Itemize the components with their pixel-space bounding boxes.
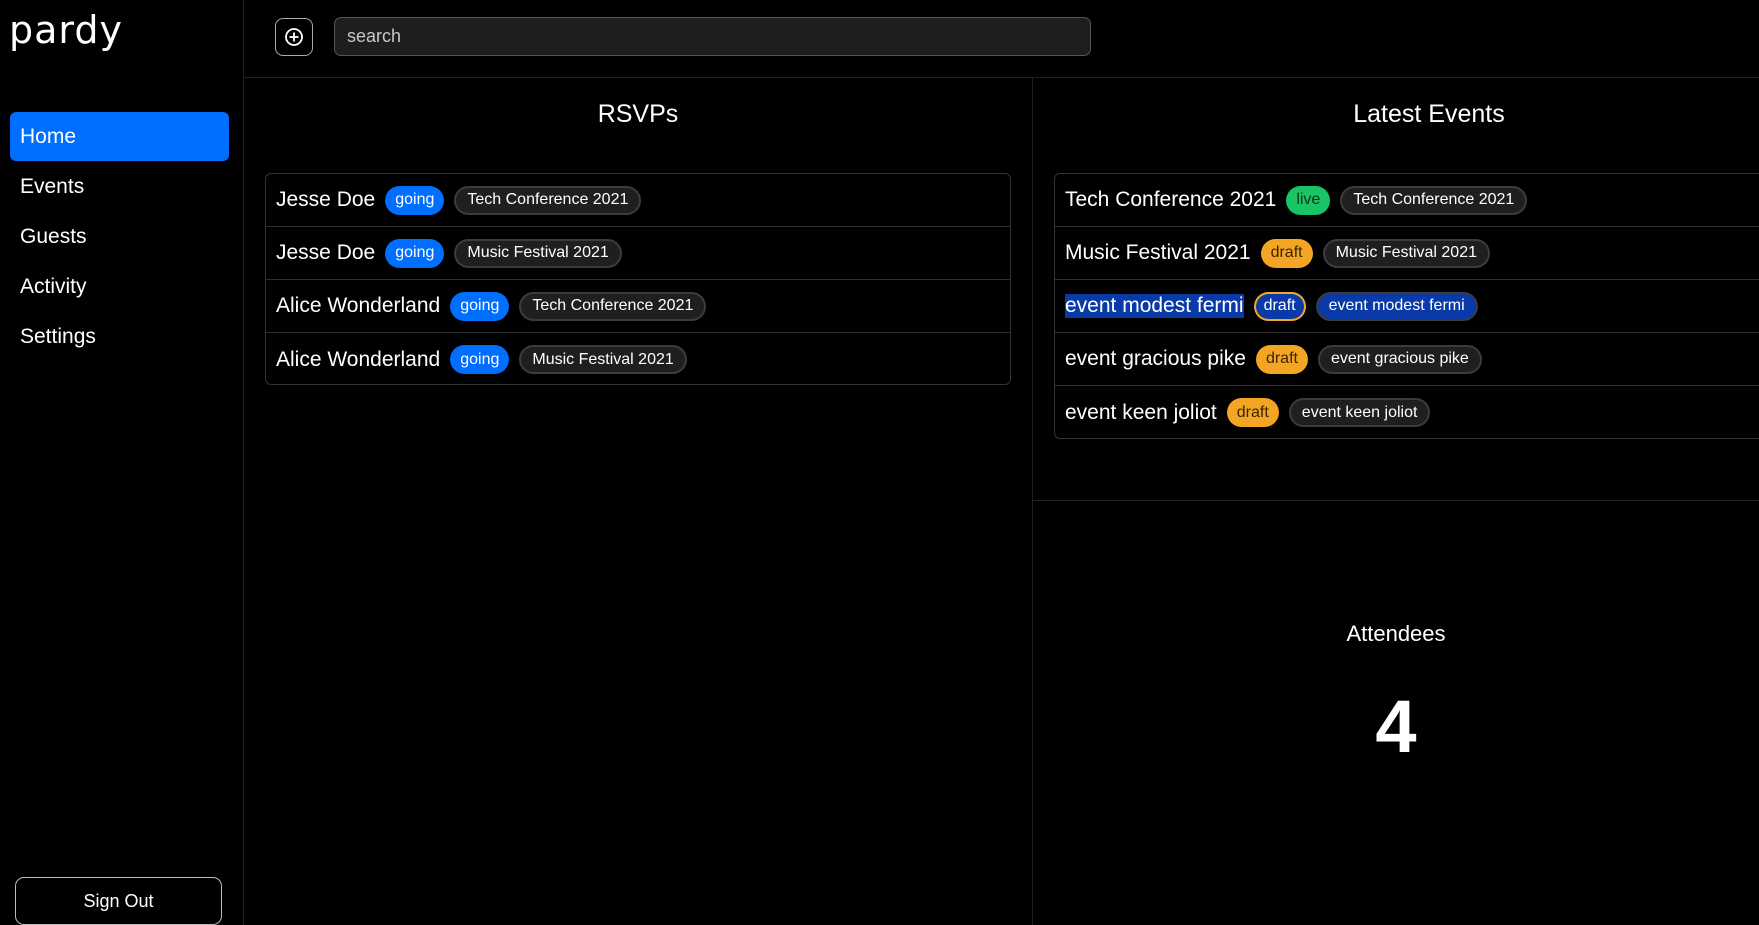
add-button[interactable] [275, 18, 313, 56]
sidebar-item-activity[interactable]: Activity [10, 262, 229, 311]
panel-divider-horizontal [1033, 500, 1759, 501]
sidebar-item-events[interactable]: Events [10, 162, 229, 211]
plus-circle-icon [285, 28, 303, 46]
rsvps-list: Jesse Doe going Tech Conference 2021 Jes… [265, 173, 1011, 385]
app-logo[interactable]: pardy [9, 8, 123, 52]
rsvps-title: RSVPs [597, 100, 679, 128]
rsvp-guest-name: Alice Wonderland [276, 347, 441, 371]
rsvp-guest-name: Alice Wonderland [276, 294, 441, 317]
event-chip[interactable]: Tech Conference 2021 [1340, 185, 1528, 215]
event-chip[interactable]: event keen joliot [1288, 398, 1431, 427]
status-badge: going [450, 291, 510, 321]
rsvp-row[interactable]: Alice Wonderland going Tech Conference 2… [266, 280, 1010, 333]
status-badge: going [385, 185, 445, 215]
event-row[interactable]: event modest fermi draft event modest fe… [1055, 280, 1759, 333]
panel-divider [1032, 78, 1033, 925]
sidebar-item-settings[interactable]: Settings [10, 312, 229, 361]
event-chip[interactable]: Music Festival 2021 [1322, 238, 1490, 268]
event-row[interactable]: event keen joliot draft event keen jolio… [1055, 386, 1759, 439]
sidebar-item-guests[interactable]: Guests [10, 212, 229, 261]
status-badge: draft [1260, 238, 1313, 268]
status-badge: draft [1255, 344, 1308, 374]
event-row[interactable]: Music Festival 2021 draft Music Festival… [1055, 227, 1759, 280]
event-chip[interactable]: Music Festival 2021 [519, 345, 687, 374]
status-badge: going [450, 345, 510, 374]
status-badge: live [1286, 185, 1331, 215]
event-name: event keen joliot [1065, 400, 1217, 424]
event-chip[interactable]: event gracious pike [1317, 344, 1482, 374]
status-badge: draft [1253, 291, 1306, 321]
rsvp-guest-name: Jesse Doe [276, 188, 376, 211]
event-chip[interactable]: Music Festival 2021 [454, 238, 622, 268]
rsvp-row[interactable]: Jesse Doe going Tech Conference 2021 [266, 174, 1010, 227]
sign-out-button[interactable]: Sign Out [15, 877, 222, 925]
event-row[interactable]: Tech Conference 2021 live Tech Conferenc… [1055, 174, 1759, 227]
attendees-count: 4 [1375, 685, 1417, 768]
attendees-label: Attendees [1346, 621, 1446, 646]
rsvp-guest-name: Jesse Doe [276, 241, 376, 264]
event-chip[interactable]: Tech Conference 2021 [519, 291, 707, 321]
latest-events-title: Latest Events [1353, 100, 1505, 128]
rsvp-row[interactable]: Alice Wonderland going Music Festival 20… [266, 333, 1010, 386]
rsvp-row[interactable]: Jesse Doe going Music Festival 2021 [266, 227, 1010, 280]
top-bar [244, 0, 1759, 78]
event-chip[interactable]: event modest fermi [1315, 291, 1478, 321]
event-name: event gracious pike [1065, 347, 1246, 370]
search-input[interactable] [334, 17, 1091, 56]
event-name: event modest fermi [1065, 294, 1244, 318]
sidebar: pardy Home Events Guests Activity Settin… [0, 0, 244, 925]
event-row[interactable]: event gracious pike draft event gracious… [1055, 333, 1759, 386]
event-name: Music Festival 2021 [1065, 241, 1251, 264]
event-chip[interactable]: Tech Conference 2021 [454, 185, 642, 215]
sidebar-item-home[interactable]: Home [10, 112, 229, 161]
status-badge: going [385, 238, 445, 268]
sidebar-nav: Home Events Guests Activity Settings [10, 112, 229, 362]
event-name: Tech Conference 2021 [1065, 188, 1277, 211]
latest-events-list: Tech Conference 2021 live Tech Conferenc… [1054, 173, 1759, 439]
status-badge: draft [1226, 398, 1279, 427]
